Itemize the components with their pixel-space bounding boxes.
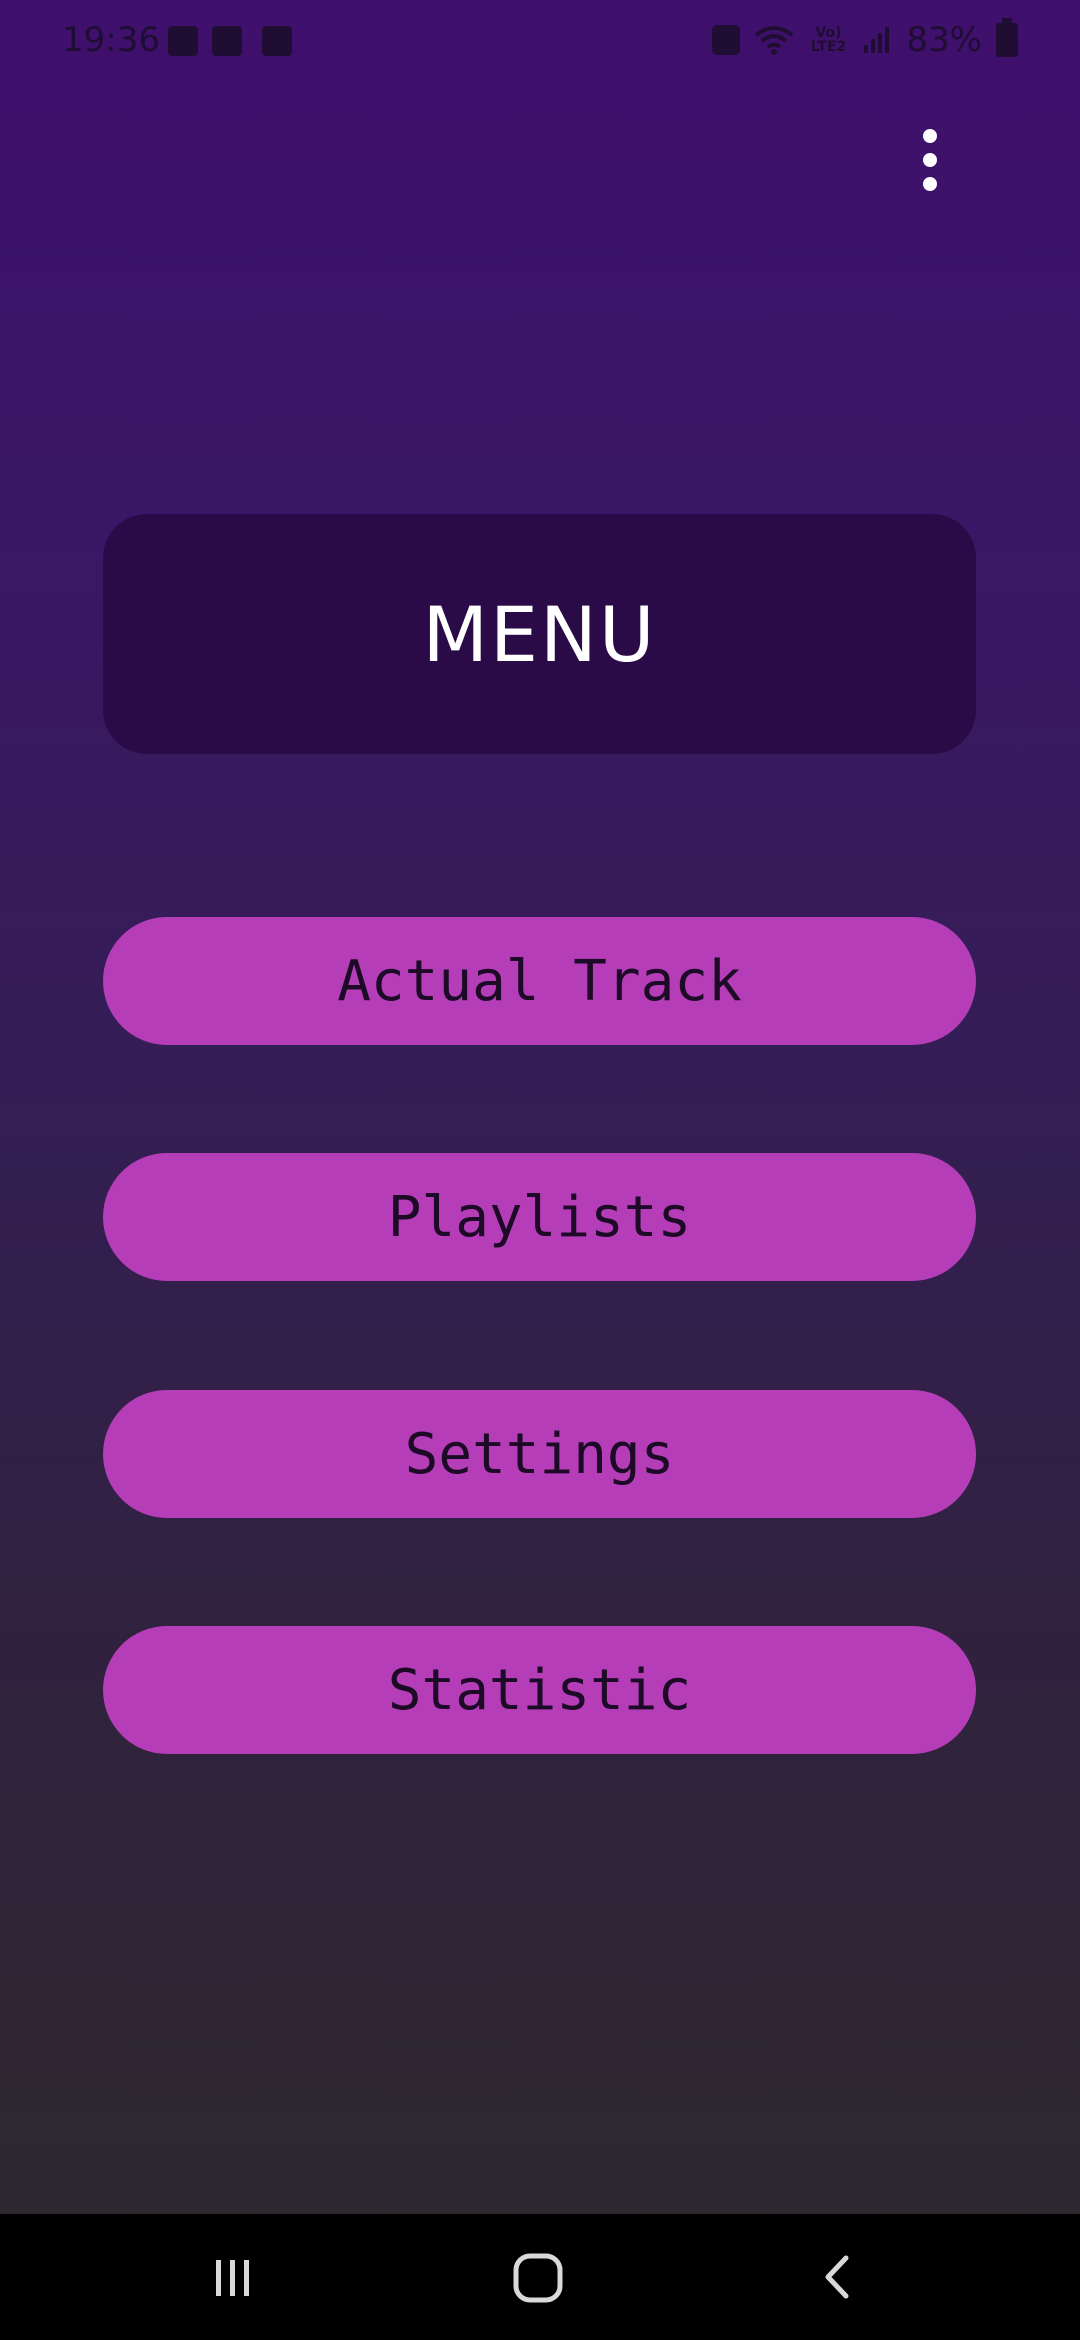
statistic-button[interactable]: Statistic — [103, 1626, 976, 1754]
status-bar: 19:36 Vo) LTE2 83% — [0, 0, 1080, 84]
battery-percent: 83% — [906, 20, 982, 60]
page-title: MENU — [422, 589, 657, 679]
navigation-bar — [0, 2214, 1080, 2340]
secure-folder-icon — [712, 25, 741, 55]
overflow-dot — [923, 129, 937, 143]
lte-label: Vo) LTE2 — [810, 25, 847, 55]
recents-icon[interactable] — [208, 2252, 258, 2302]
app-screen: 19:36 Vo) LTE2 83% MENU Actual Track Pla… — [0, 0, 1080, 2340]
gallery-notification-icon — [168, 26, 198, 56]
signal-icon — [862, 25, 892, 55]
menu-title-card: MENU — [103, 514, 976, 754]
more-vert-icon[interactable] — [902, 118, 958, 202]
qr-notification-icon — [212, 26, 242, 56]
back-icon[interactable] — [812, 2252, 862, 2302]
status-time: 19:36 — [62, 20, 160, 60]
wifi-icon — [754, 25, 794, 55]
home-icon[interactable] — [510, 2250, 566, 2306]
battery-icon — [996, 18, 1018, 57]
media-notification-icon — [262, 26, 292, 56]
actual-track-button[interactable]: Actual Track — [103, 917, 976, 1045]
settings-button[interactable]: Settings — [103, 1390, 976, 1518]
status-icons: Vo) LTE2 83% — [712, 18, 1018, 60]
overflow-dot — [923, 177, 937, 191]
overflow-dot — [923, 153, 937, 167]
playlists-button[interactable]: Playlists — [103, 1153, 976, 1281]
